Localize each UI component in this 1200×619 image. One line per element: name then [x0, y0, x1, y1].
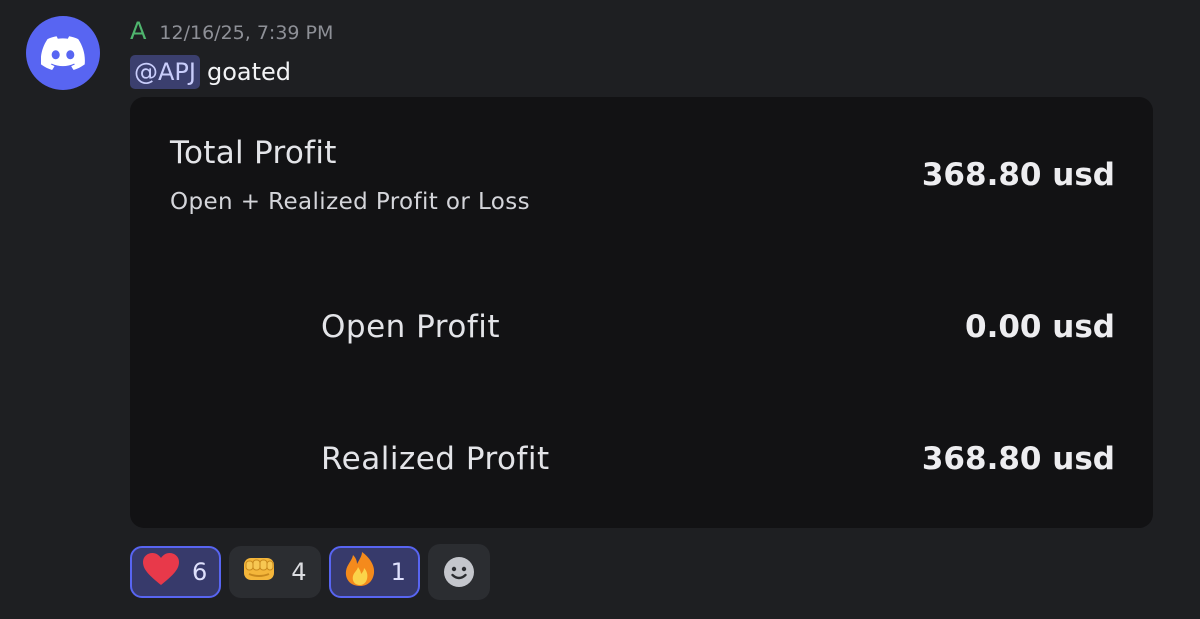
- smiley-icon: [443, 557, 474, 587]
- open-profit-value: 0.00 usd: [965, 309, 1115, 345]
- realized-profit-value: 368.80 usd: [921, 441, 1115, 477]
- reaction-count: 1: [390, 558, 406, 586]
- message-text: goated: [206, 58, 292, 86]
- user-avatar[interactable]: [26, 16, 100, 90]
- profit-embed: Total Profit Open + Realized Profit or L…: [130, 97, 1153, 528]
- message-content: @APJ goated: [130, 52, 291, 92]
- reaction-fist[interactable]: 4: [229, 546, 321, 598]
- total-profit-label: Total Profit: [170, 135, 337, 171]
- username[interactable]: A: [130, 17, 146, 45]
- discord-logo-icon: [41, 36, 85, 70]
- add-reaction-button[interactable]: [427, 544, 490, 600]
- oncoming-fist-icon: [241, 552, 279, 592]
- fire-icon: [341, 551, 379, 593]
- chat-message: A 12/16/25, 7:39 PM @APJ goated Total Pr…: [0, 0, 1200, 619]
- reaction-count: 4: [291, 558, 307, 586]
- reaction-heart[interactable]: 6: [130, 546, 222, 598]
- heart-icon: [142, 552, 180, 592]
- total-profit-subtitle: Open + Realized Profit or Loss: [170, 189, 531, 215]
- user-mention[interactable]: @APJ: [130, 55, 200, 89]
- timestamp: 12/16/25, 7:39 PM: [159, 22, 334, 44]
- reaction-count: 6: [192, 558, 208, 586]
- total-profit-value: 368.80 usd: [921, 157, 1115, 193]
- message-header: A 12/16/25, 7:39 PM: [130, 17, 333, 51]
- realized-profit-label: Realized Profit: [321, 441, 550, 477]
- reaction-fire[interactable]: 1: [328, 546, 420, 598]
- reaction-bar: 6 4 1: [130, 544, 490, 600]
- open-profit-label: Open Profit: [321, 309, 501, 345]
